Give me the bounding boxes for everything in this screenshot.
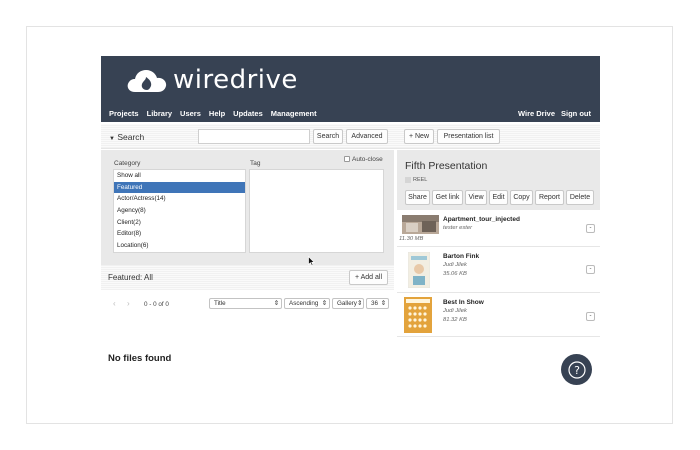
get-link-button[interactable]: Get link [432, 190, 463, 205]
question-mark-icon: ? [567, 360, 586, 379]
nav-help[interactable]: Help [209, 109, 225, 118]
sort-order-select[interactable]: Ascending ⇕ [284, 298, 330, 309]
file-row[interactable]: Barton Fink Judi Jilek 35.06 KB - [397, 247, 600, 293]
main-nav: Projects Library Users Help Updates Mana… [109, 109, 317, 118]
report-button[interactable]: Report [535, 190, 564, 205]
category-location[interactable]: Location(6) [114, 240, 245, 252]
remove-file-button[interactable]: - [586, 312, 595, 321]
copy-button[interactable]: Copy [510, 190, 533, 205]
cloud-flame-icon [127, 70, 167, 92]
select-arrows-icon: ⇕ [380, 300, 386, 307]
presentation-header: Fifth Presentation REEL Share Get link V… [397, 150, 600, 210]
filter-panel: Category Tag Auto-close Show all Feature… [101, 150, 394, 265]
share-button[interactable]: Share [405, 190, 430, 205]
presentation-list-button[interactable]: Presentation list [437, 129, 500, 144]
presentation-title: Fifth Presentation [405, 160, 488, 172]
file-author: Judi Jilek [443, 262, 467, 268]
file-size: 81.32 KB [443, 317, 467, 323]
view-button[interactable]: View [465, 190, 487, 205]
nav-library[interactable]: Library [147, 109, 172, 118]
pager-bar: ‹ › 0 - 0 of 0 Title ⇕ Ascending ⇕ Gallery… [101, 296, 394, 316]
file-size: 35.06 KB [443, 271, 467, 277]
tag-label: Tag [250, 160, 261, 167]
video-thumbnail [402, 215, 439, 234]
nav-wire-drive[interactable]: Wire Drive [518, 109, 555, 118]
next-page-icon[interactable]: › [127, 299, 130, 308]
per-page-value: 36 [371, 300, 379, 307]
category-label: Category [114, 160, 141, 167]
file-size: 11.30 MB [399, 236, 424, 242]
app-header: wiredrive Projects Library Users Help Up… [101, 56, 600, 122]
featured-label: Featured: All [108, 273, 153, 282]
nav-updates[interactable]: Updates [233, 109, 263, 118]
category-featured[interactable]: Featured [114, 181, 245, 194]
nav-users[interactable]: Users [180, 109, 201, 118]
file-name: Barton Fink [443, 253, 480, 260]
category-actor-actress[interactable]: Actor/Actress(14) [114, 193, 245, 205]
search-toggle[interactable]: ▼ Search [109, 132, 144, 142]
file-row[interactable]: Best In Show Judi Jilek 81.32 KB - [397, 293, 600, 337]
poster-thumbnail [404, 297, 432, 333]
search-toggle-label: Search [117, 132, 145, 142]
empty-state: No files found [108, 353, 172, 364]
category-editor[interactable]: Editor(8) [114, 228, 245, 240]
tag-list[interactable] [249, 169, 384, 253]
auto-close-toggle[interactable]: Auto-close [344, 156, 383, 163]
triangle-down-icon: ▼ [109, 136, 115, 142]
file-author: Judi Jilek [443, 308, 467, 314]
select-arrows-icon: ⇕ [356, 300, 363, 307]
account-nav: Wire Drive Sign out [518, 109, 591, 118]
category-list[interactable]: Show all Featured Actor/Actress(14) Agen… [113, 169, 246, 253]
select-arrows-icon: ⇕ [273, 300, 279, 307]
file-name: Best In Show [443, 299, 484, 306]
help-button[interactable]: ? [561, 354, 592, 385]
view-value: Gallery [337, 300, 357, 307]
auto-close-checkbox[interactable] [344, 156, 350, 163]
sort-order-value: Ascending [289, 300, 319, 307]
sort-field-select[interactable]: Title ⇕ [209, 298, 282, 309]
add-all-button[interactable]: + Add all [349, 270, 388, 285]
delete-button[interactable]: Delete [566, 190, 594, 205]
file-name: Apartment_tour_injected [443, 216, 520, 223]
category-client[interactable]: Client(2) [114, 217, 245, 229]
page-range: 0 - 0 of 0 [144, 301, 169, 308]
reel-icon [405, 177, 411, 183]
search-toolbar: ▼ Search Search Advanced + New Presentat… [101, 124, 600, 149]
file-row[interactable]: Apartment_tour_injected tester ester 11.… [397, 210, 600, 247]
sort-field-value: Title [214, 300, 226, 307]
remove-file-button[interactable]: - [586, 265, 595, 274]
search-button[interactable]: Search [313, 129, 343, 144]
svg-text:?: ? [574, 364, 580, 377]
view-select[interactable]: Gallery ⇕ [332, 298, 364, 309]
presentation-tag: REEL [405, 177, 427, 183]
new-button[interactable]: + New [404, 129, 434, 144]
nav-management[interactable]: Management [271, 109, 317, 118]
remove-file-button[interactable]: - [586, 224, 595, 233]
app-window: wiredrive Projects Library Users Help Up… [101, 56, 600, 394]
nav-sign-out[interactable]: Sign out [561, 109, 591, 118]
poster-thumbnail [408, 252, 430, 288]
edit-button[interactable]: Edit [489, 190, 508, 205]
advanced-button[interactable]: Advanced [346, 129, 388, 144]
nav-projects[interactable]: Projects [109, 109, 139, 118]
per-page-select[interactable]: 36 ⇕ [366, 298, 389, 309]
presentation-tag-label: REEL [413, 177, 428, 183]
category-agency[interactable]: Agency(8) [114, 205, 245, 217]
category-show-all[interactable]: Show all [114, 170, 245, 182]
featured-bar: Featured: All + Add all [101, 265, 394, 290]
file-author: tester ester [443, 225, 472, 231]
auto-close-label: Auto-close [352, 156, 383, 163]
logo-text: wiredrive [173, 65, 298, 95]
wiredrive-logo[interactable]: wiredrive [125, 62, 298, 98]
search-input[interactable] [198, 129, 310, 144]
select-arrows-icon: ⇕ [321, 300, 327, 307]
prev-page-icon[interactable]: ‹ [113, 299, 116, 308]
